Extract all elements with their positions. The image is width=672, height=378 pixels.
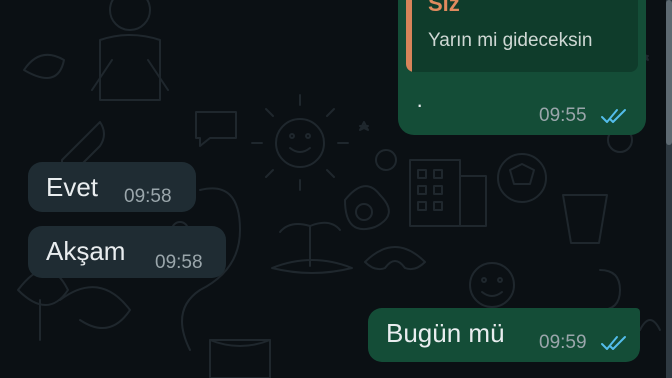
message-bubble-outgoing-reply[interactable]: Siz Yarın mi gideceksin · 09:55: [398, 0, 646, 135]
scrollbar-thumb[interactable]: [666, 0, 672, 145]
quote-author: Siz: [428, 0, 460, 16]
quoted-message[interactable]: Siz Yarın mi gideceksin: [406, 0, 638, 72]
quote-text: Yarın mi gideceksin: [428, 30, 593, 51]
message-text: Evet: [46, 172, 99, 202]
message-text: Akşam: [46, 236, 126, 266]
message-time: 09:58: [155, 252, 203, 273]
message-text: Bugün mü: [386, 318, 505, 348]
scrollbar-track[interactable]: [666, 0, 672, 378]
message-time: 09:55: [539, 105, 587, 126]
quote-accent-bar: [406, 0, 412, 72]
double-check-icon: [601, 336, 626, 350]
message-bubble-incoming[interactable]: Akşam 09:58: [28, 226, 226, 278]
message-bubble-outgoing[interactable]: Bugün mü 09:59: [368, 308, 640, 362]
message-text: ·: [416, 92, 424, 117]
message-time: 09:58: [124, 186, 172, 207]
message-bubble-incoming[interactable]: Evet 09:58: [28, 162, 196, 212]
message-time: 09:59: [539, 332, 587, 353]
double-check-icon: [601, 109, 626, 123]
